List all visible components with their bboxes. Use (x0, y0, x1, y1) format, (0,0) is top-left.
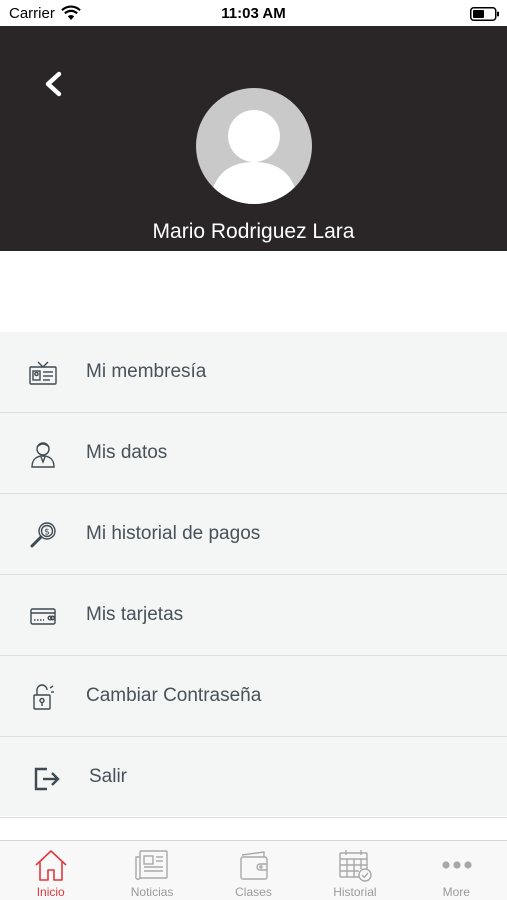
tab-label: Noticias (130, 885, 174, 899)
user-placeholder-icon (210, 110, 298, 204)
menu-item-logout[interactable]: Salir (0, 737, 507, 818)
svg-text:$: $ (44, 528, 50, 538)
tab-bar: Inicio Noticias Clases Historial More (0, 840, 507, 900)
profile-menu: Mi membresía Mis datos $ Mi historial de… (0, 332, 507, 818)
membership-card-icon (29, 361, 57, 385)
menu-item-my-data[interactable]: Mis datos (0, 413, 507, 494)
menu-item-label: Mis tarjetas (86, 604, 184, 625)
menu-item-label: Mi historial de pagos (86, 523, 261, 544)
newspaper-icon (135, 850, 169, 880)
tab-label: Historial (333, 885, 377, 899)
menu-item-label: Mis datos (86, 442, 168, 463)
credit-card-icon (30, 608, 56, 625)
avatar[interactable] (196, 88, 312, 204)
home-icon (35, 850, 67, 881)
tab-more[interactable]: More (406, 841, 507, 900)
calendar-check-icon (339, 850, 372, 882)
tab-clases[interactable]: Clases (203, 841, 304, 900)
status-bar: Carrier 11:03 AM (0, 0, 507, 26)
wallet-icon (240, 851, 268, 880)
person-icon (31, 442, 55, 468)
tab-label: Clases (235, 885, 272, 899)
more-dots-icon (441, 861, 472, 869)
menu-item-membership[interactable]: Mi membresía (0, 332, 507, 413)
tab-inicio[interactable]: Inicio (0, 841, 101, 900)
logout-icon (34, 767, 60, 791)
battery-icon (470, 7, 499, 21)
menu-item-payment-history[interactable]: $ Mi historial de pagos (0, 494, 507, 575)
user-name: Mario Rodriguez Lara (152, 220, 355, 243)
payment-search-icon: $ (30, 522, 56, 548)
status-time: 11:03 AM (221, 5, 286, 22)
menu-item-label: Mi membresía (86, 361, 207, 382)
tab-noticias[interactable]: Noticias (101, 841, 202, 900)
menu-item-label: Salir (89, 766, 128, 787)
tab-historial[interactable]: Historial (304, 841, 405, 900)
profile-header: Mario Rodriguez Lara (0, 26, 507, 251)
tab-label: More (442, 885, 470, 899)
menu-item-label: Cambiar Contraseña (86, 685, 262, 706)
menu-item-change-password[interactable]: Cambiar Contraseña (0, 656, 507, 737)
padlock-icon (33, 684, 54, 710)
menu-item-cards[interactable]: Mis tarjetas (0, 575, 507, 656)
tab-label: Inicio (36, 885, 65, 899)
chevron-left-icon[interactable] (38, 66, 70, 102)
